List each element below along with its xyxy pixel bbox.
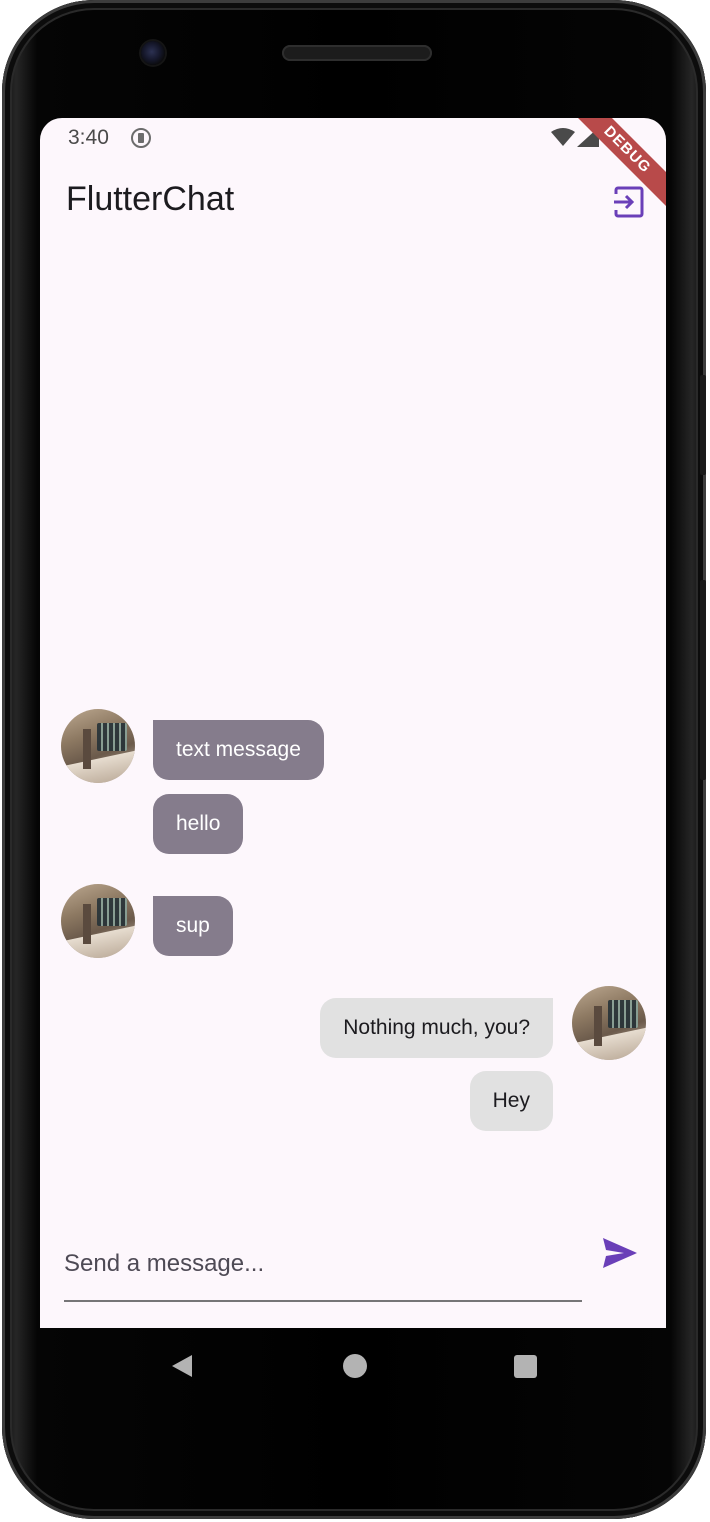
- front-camera: [141, 41, 165, 65]
- logout-icon[interactable]: [612, 185, 646, 219]
- app-title: FlutterChat: [66, 180, 235, 218]
- power-button: [700, 375, 706, 475]
- message-bubble: sup: [153, 896, 233, 956]
- app-screen: 3:40 DEBUG FlutterChat text message hell…: [40, 118, 666, 1328]
- send-icon[interactable]: [602, 1237, 638, 1269]
- wifi-icon: [551, 128, 575, 146]
- message-bubble: Nothing much, you?: [320, 998, 553, 1058]
- home-icon[interactable]: [343, 1354, 367, 1378]
- notification-icon: [131, 128, 151, 148]
- message-bubble: text message: [153, 720, 324, 780]
- recents-icon[interactable]: [514, 1355, 537, 1378]
- back-icon[interactable]: [170, 1353, 196, 1379]
- volume-button: [700, 580, 706, 780]
- avatar: [572, 986, 646, 1060]
- message-bubble: Hey: [469, 1071, 553, 1131]
- status-time: 3:40: [68, 126, 109, 149]
- message-input[interactable]: [64, 1228, 582, 1302]
- avatar: [61, 709, 135, 783]
- message-bubble: hello: [153, 794, 244, 854]
- avatar: [61, 884, 135, 958]
- earpiece-speaker: [282, 45, 432, 61]
